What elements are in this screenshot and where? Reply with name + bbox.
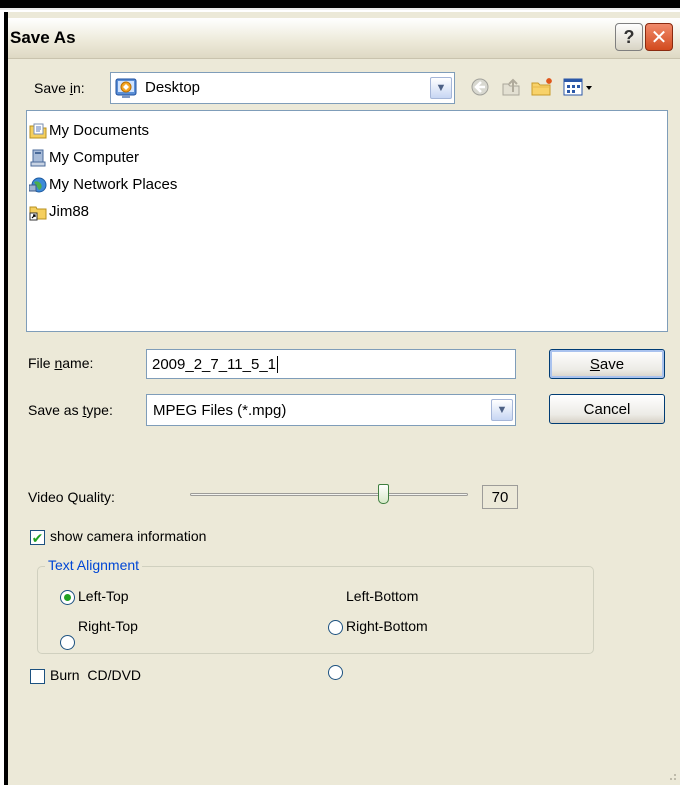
text-alignment-legend: Text Alignment (45, 557, 143, 573)
file-list[interactable]: My Documents My Computer My Network Plac… (26, 110, 668, 332)
radio-left-top-label: Left-Top (78, 588, 129, 604)
list-item-my-network-places[interactable]: My Network Places (28, 171, 178, 198)
burn-cd-dvd-checkbox[interactable] (30, 669, 45, 684)
save-in-value: Desktop (145, 79, 201, 96)
views-menu-icon[interactable] (562, 76, 596, 98)
burn-cd-dvd-label: Burn CD/DVD (50, 667, 142, 683)
help-icon: ? (623, 26, 635, 47)
list-item-my-computer[interactable]: My Computer (29, 144, 177, 171)
text-cursor (277, 355, 279, 373)
radio-right-bottom-label: Right-Bottom (346, 618, 428, 634)
radio-right-top-label: Right-Top (78, 618, 138, 634)
radio-right-top[interactable] (60, 635, 75, 650)
file-name-label: File name: (28, 355, 94, 371)
radio-right-bottom[interactable] (328, 665, 343, 680)
file-name: My Documents (49, 122, 150, 139)
title-bar[interactable] (8, 18, 680, 59)
file-name: My Computer (49, 149, 140, 166)
chevron-down-icon: ▼ (435, 82, 447, 94)
chevron-down-icon: ▼ (496, 404, 508, 416)
folder-shortcut-icon (29, 203, 47, 221)
screen-top-edge (0, 0, 680, 8)
radio-left-bottom[interactable] (328, 620, 343, 635)
back-icon[interactable] (470, 77, 490, 97)
video-quality-value: 70 (482, 485, 518, 509)
cancel-button[interactable]: Cancel (549, 394, 665, 424)
save-in-dropdown-button[interactable]: ▼ (430, 77, 452, 99)
dialog-title: Save As (10, 28, 76, 47)
video-quality-label: Video Quality: (28, 489, 115, 505)
save-in-combobox[interactable]: Desktop ▼ (110, 72, 455, 104)
my-computer-icon (29, 149, 47, 167)
save-in-label: Save in: (34, 80, 85, 96)
my-documents-icon (29, 122, 47, 140)
save-as-type-dropdown-button[interactable]: ▼ (491, 399, 513, 421)
file-name: My Network Places (49, 176, 178, 193)
text-alignment-group (37, 566, 594, 654)
help-button[interactable]: ? (615, 23, 643, 51)
resize-grip-icon[interactable] (664, 768, 678, 782)
screen-top-edge-highlight (0, 8, 680, 10)
radio-left-bottom-label: Left-Bottom (346, 588, 419, 604)
file-name: Jim88 (49, 203, 90, 220)
save-as-type-label: Save as type: (28, 402, 113, 418)
new-folder-icon[interactable] (530, 76, 554, 98)
show-camera-info-label: show camera information (50, 528, 207, 544)
file-name-input[interactable]: 2009_2_7_11_5_1 (146, 349, 516, 379)
file-name-value: 2009_2_7_11_5_1 (152, 355, 277, 373)
save-as-type-value: MPEG Files (*.mpg) (153, 402, 287, 419)
show-camera-info-checkbox[interactable]: ✔ (30, 530, 45, 545)
up-folder-icon[interactable] (500, 76, 522, 98)
close-icon: ✕ (650, 26, 668, 49)
save-button[interactable]: Save (549, 349, 665, 379)
save-as-type-combobox[interactable]: MPEG Files (*.mpg) ▼ (146, 394, 516, 426)
close-button[interactable]: ✕ (645, 23, 673, 51)
video-quality-slider-thumb[interactable] (377, 484, 389, 504)
radio-left-top[interactable] (60, 590, 75, 605)
desktop-icon (115, 77, 137, 99)
checkmark-icon: ✔ (31, 529, 44, 546)
list-item-my-documents[interactable]: My Documents (29, 117, 177, 144)
network-places-icon (28, 176, 47, 194)
list-item-jim88[interactable]: Jim88 (29, 198, 177, 225)
video-quality-slider[interactable] (190, 484, 468, 504)
